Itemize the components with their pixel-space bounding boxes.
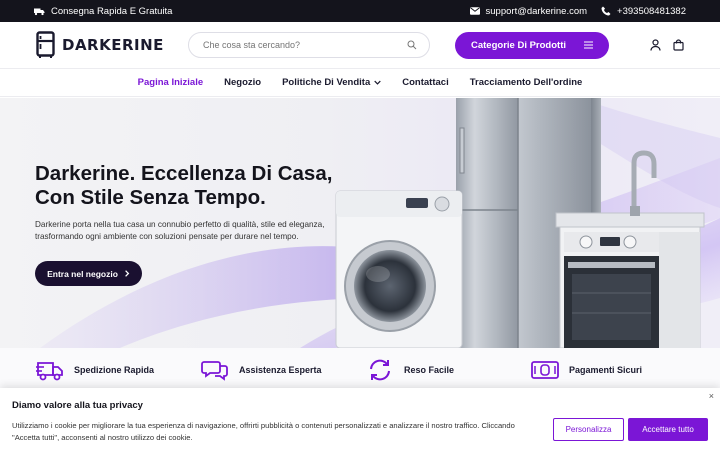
nav-item-contact[interactable]: Contattaci [392,77,459,88]
nav-label: Tracciamento Dell'ordine [469,77,583,88]
phone-text: +393508481382 [617,5,686,17]
nav-item-tracking[interactable]: Tracciamento Dell'ordine [459,77,593,88]
feature-expert-support: Assistenza Esperta [201,359,366,381]
categories-button[interactable]: Categorie Di Prodotti [455,31,609,59]
search-input[interactable] [203,40,393,50]
main-nav: Pagina Iniziale Negozio Politiche Di Ven… [0,69,720,97]
feature-secure-payments: Pagamenti Sicuri [531,359,696,381]
customize-button[interactable]: Personalizza [553,418,624,441]
user-icon[interactable] [650,39,661,51]
shop-cta-label: Entra nel negozio [47,268,118,279]
feature-easy-return: Reso Facile [366,358,531,382]
shop-cta-button[interactable]: Entra nel negozio [35,261,142,286]
feature-label: Pagamenti Sicuri [569,365,643,375]
cookie-banner: Diamo valore alla tua privacy Utilizziam… [0,388,720,450]
nav-label: Contattaci [402,77,449,88]
truck-icon [34,7,45,16]
shipping-info: Consegna Rapida E Gratuita [34,6,172,17]
features-strip: Spedizione Rapida Assistenza Esperta Res… [0,348,720,392]
cookie-title: Diamo valore alla tua privacy [12,400,143,411]
phone-icon [601,6,611,16]
hero-subtitle: Darkerine porta nella tua casa un connub… [35,220,325,241]
appliances-image [335,98,705,348]
money-icon [531,359,559,381]
phone-link[interactable]: +393508481382 [601,6,686,17]
search-bar [188,32,430,58]
close-icon[interactable]: × [709,391,714,401]
nav-item-policies[interactable]: Politiche Di Vendita [272,77,392,88]
nav-label: Pagina Iniziale [137,77,204,88]
chevron-down-icon [374,80,382,85]
feature-fast-shipping: Spedizione Rapida [36,359,201,381]
nav-item-home[interactable]: Pagina Iniziale [127,77,213,88]
arrow-right-icon [124,270,130,277]
feature-label: Reso Facile [404,365,455,375]
hero-banner: Darkerine. Eccellenza Di Casa, Con Stile… [0,98,720,348]
main-header: DARKERINE Categorie Di Prodotti [0,22,720,69]
truck-icon [36,359,64,381]
categories-label: Categorie Di Prodotti [471,39,567,51]
nav-label: Negozio [224,77,262,88]
logo[interactable]: DARKERINE [36,31,186,59]
feature-label: Assistenza Esperta [239,365,322,375]
email-link[interactable]: support@darkerine.com [469,5,588,17]
email-text: support@darkerine.com [485,5,588,17]
accept-all-button[interactable]: Accettare tutto [628,418,708,441]
feature-label: Spedizione Rapida [74,365,155,375]
search-icon[interactable] [407,40,417,50]
hero-content: Darkerine. Eccellenza Di Casa, Con Stile… [35,162,355,286]
chat-icon [201,359,229,381]
top-bar: Consegna Rapida E Gratuita support@darke… [0,0,720,22]
fridge-logo-icon [36,31,55,59]
logo-text: DARKERINE [62,36,164,54]
refresh-icon [366,358,394,382]
nav-label: Politiche Di Vendita [282,77,371,88]
cookie-text: Utilizziamo i cookie per migliorare la t… [12,421,515,442]
menu-icon [584,41,593,49]
hero-title: Darkerine. Eccellenza Di Casa, Con Stile… [35,162,333,209]
mail-icon [469,7,480,15]
shipping-text: Consegna Rapida E Gratuita [51,5,173,17]
cart-icon[interactable] [673,39,684,51]
nav-item-shop[interactable]: Negozio [214,77,272,88]
